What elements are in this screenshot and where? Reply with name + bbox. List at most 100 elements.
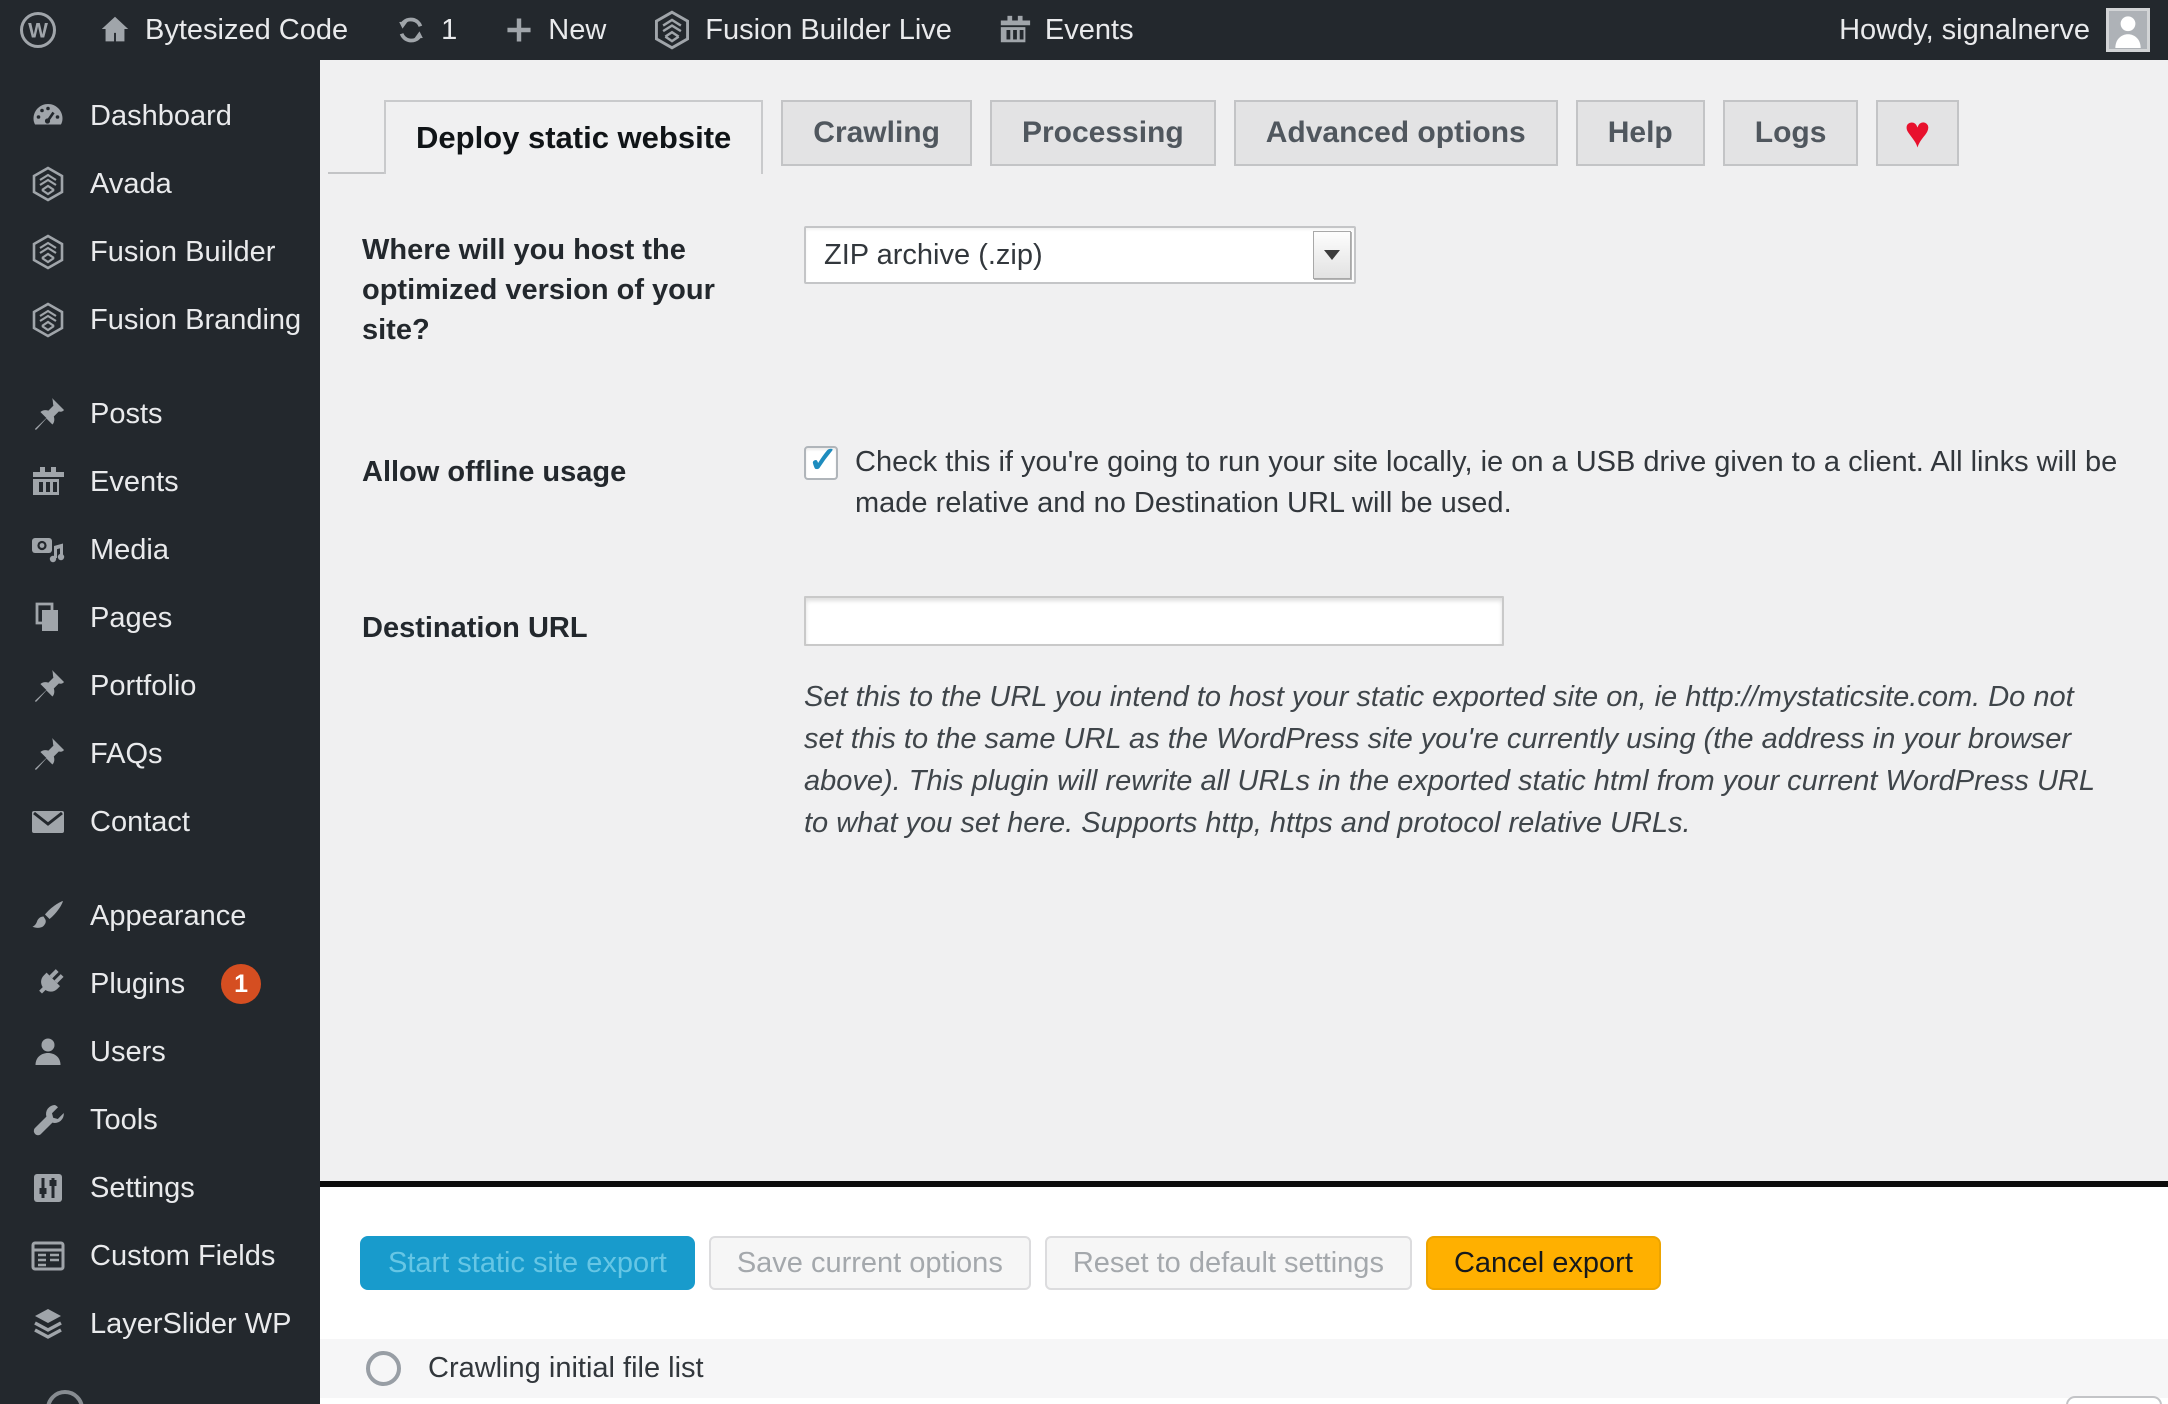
destination-url-help-text: Set this to the URL you intend to host y… [804, 681, 2095, 839]
wrench-icon [28, 1102, 68, 1138]
envelope-icon [28, 804, 68, 840]
tab-help[interactable]: Help [1575, 100, 1705, 166]
sidebar-item-label: Portfolio [90, 669, 197, 702]
site-menu[interactable]: Bytesized Code [98, 13, 348, 47]
sidebar-item-dashboard[interactable]: Dashboard [0, 82, 320, 150]
fusion-builder-live-menu[interactable]: Fusion Builder Live [652, 10, 952, 50]
plugins-update-badge: 1 [221, 964, 262, 1004]
reset-defaults-button[interactable]: Reset to default settings [1044, 1236, 1412, 1290]
wordpress-logo-menu[interactable] [18, 10, 58, 50]
sidebar-item-pages[interactable]: Pages [0, 584, 320, 652]
select-dropdown-button[interactable] [1313, 231, 1351, 279]
tab-logs[interactable]: Logs [1722, 100, 1859, 166]
brush-icon [28, 898, 68, 934]
offline-usage-checkbox[interactable] [804, 439, 838, 481]
chevron-down-icon [1324, 250, 1340, 260]
sidebar-item-posts[interactable]: Posts [0, 380, 320, 448]
sidebar-item-custom-fields[interactable]: Custom Fields [0, 1222, 320, 1290]
updates-menu[interactable]: 1 [394, 13, 457, 47]
calendar-icon [28, 464, 68, 500]
heart-icon: ♥ [1904, 108, 1931, 157]
fusion-hexagon-icon [652, 10, 692, 50]
pin-icon [28, 668, 68, 704]
sidebar-item-users[interactable]: Users [0, 1018, 320, 1086]
sidebar-item-label: Posts [90, 397, 163, 430]
pin-icon [28, 736, 68, 772]
sidebar-item-plugins[interactable]: Plugins 1 [0, 950, 320, 1018]
offline-usage-label: Allow offline usage [362, 456, 627, 488]
sidebar-group-admin: Appearance Plugins 1 Users Tools Setting… [0, 882, 320, 1358]
destination-url-row: Destination URL Set this to the URL you … [362, 596, 2104, 844]
howdy-account-link[interactable]: Howdy, signalnerve [1839, 14, 2090, 47]
tab-baseline-stub [328, 172, 384, 174]
sidebar-item-label: Contact [90, 805, 190, 838]
avatar[interactable] [2106, 8, 2150, 52]
offline-usage-row: Allow offline usage Check this if you're… [362, 439, 2125, 524]
tab-deploy-static-website[interactable]: Deploy static website [384, 100, 764, 174]
sliders-icon [28, 1170, 68, 1206]
dashboard-gauge-icon [28, 98, 68, 134]
sidebar-item-fusion-branding[interactable]: Fusion Branding [0, 286, 320, 354]
new-content-menu[interactable]: New [503, 14, 606, 47]
sidebar-item-portfolio[interactable]: Portfolio [0, 652, 320, 720]
tab-donate[interactable]: ♥ [1876, 100, 1959, 166]
admin-bar-right: Howdy, signalnerve [1839, 8, 2150, 52]
sidebar-item-label: Pages [90, 601, 173, 634]
sidebar-item-label: Fusion Builder [90, 235, 276, 268]
tab-crawling[interactable]: Crawling [781, 100, 972, 166]
sidebar-item-label: Events [90, 465, 179, 498]
plus-icon [503, 14, 535, 46]
admin-bar: Bytesized Code 1 New Fusion Builder Live… [0, 0, 2168, 60]
sidebar-item-label: Avada [90, 167, 172, 200]
tab-advanced-options[interactable]: Advanced options [1233, 100, 1558, 166]
user-icon [28, 1034, 68, 1070]
calendar-icon [998, 13, 1032, 47]
wordpress-logo-icon [18, 10, 58, 50]
sidebar-item-contact[interactable]: Contact [0, 788, 320, 856]
sidebar-item-label: Fusion Branding [90, 303, 302, 336]
sidebar-item-fusion-builder[interactable]: Fusion Builder [0, 218, 320, 286]
events-label: Events [1044, 13, 1134, 46]
grid-table-icon [28, 1238, 68, 1274]
cancel-export-button[interactable]: Cancel export [1425, 1236, 1661, 1290]
sidebar-group-content: Posts Events Media Pages Portfolio FAQs [0, 380, 320, 856]
plugin-tabs: Deploy static website Crawling Processin… [384, 100, 1977, 174]
sidebar-item-layerslider-wp[interactable]: LayerSlider WP [0, 1290, 320, 1358]
sidebar-next-item-icon-partial [46, 1390, 84, 1404]
sidebar-item-label: Settings [90, 1171, 195, 1204]
tab-processing[interactable]: Processing [989, 100, 1216, 166]
sidebar-item-tools[interactable]: Tools [0, 1086, 320, 1154]
sidebar-item-avada[interactable]: Avada [0, 150, 320, 218]
events-admin-menu[interactable]: Events [998, 13, 1134, 47]
plug-icon [28, 966, 68, 1002]
sidebar-item-settings[interactable]: Settings [0, 1154, 320, 1222]
sidebar-item-label: Plugins [90, 967, 186, 1000]
deployment-method-select[interactable]: ZIP archive (.zip) [804, 226, 1356, 284]
avada-hexagon-icon [28, 166, 68, 202]
bottom-right-partial-element [2066, 1396, 2162, 1404]
site-name: Bytesized Code [145, 13, 349, 46]
destination-url-label: Destination URL [362, 612, 588, 644]
sidebar-item-label: Media [90, 533, 169, 566]
deployment-method-value: ZIP archive (.zip) [824, 238, 1043, 271]
updates-refresh-icon [394, 13, 428, 47]
host-destination-row: Where will you host the optimized versio… [362, 226, 1356, 350]
start-export-button[interactable]: Start static site export [360, 1236, 695, 1290]
sidebar-item-media[interactable]: Media [0, 516, 320, 584]
home-icon [98, 13, 132, 47]
sidebar-item-label: FAQs [90, 737, 163, 770]
action-buttons-bar: Start static site export Save current op… [320, 1187, 2168, 1339]
sidebar-item-faqs[interactable]: FAQs [0, 720, 320, 788]
destination-url-input[interactable] [804, 596, 1504, 646]
sidebar-item-label: Tools [90, 1103, 158, 1136]
host-question-label: Where will you host the optimized versio… [362, 234, 715, 346]
save-options-button[interactable]: Save current options [708, 1236, 1031, 1290]
sidebar-item-events[interactable]: Events [0, 448, 320, 516]
sidebar-item-label: Dashboard [90, 99, 232, 132]
fusion-builder-hexagon-icon [28, 234, 68, 270]
layers-icon [28, 1306, 68, 1342]
sidebar-item-label: LayerSlider WP [90, 1307, 292, 1340]
sidebar-item-appearance[interactable]: Appearance [0, 882, 320, 950]
sidebar-group-top: Dashboard Avada Fusion Builder Fusion Br… [0, 82, 320, 354]
new-label: New [548, 13, 607, 46]
